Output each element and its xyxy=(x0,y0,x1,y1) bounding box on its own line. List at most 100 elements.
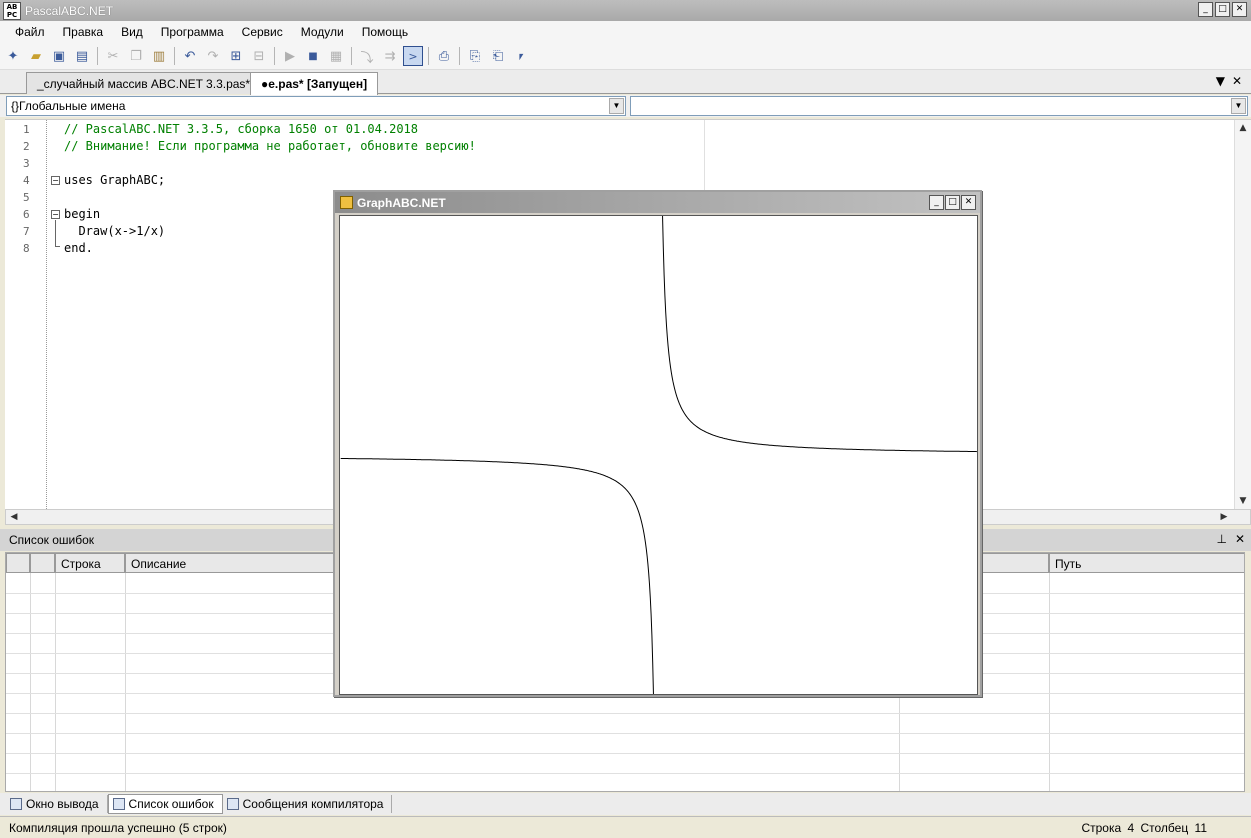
tab-compiler-messages[interactable]: Сообщения компилятора xyxy=(223,795,393,813)
menu-program[interactable]: Программа xyxy=(152,25,233,39)
app-icon: AB PC xyxy=(3,1,21,20)
error-list-icon xyxy=(112,798,125,810)
code-line: begin xyxy=(64,207,101,221)
graph-canvas xyxy=(339,213,978,697)
save-all-icon[interactable]: ▤ xyxy=(72,46,92,66)
step-into-icon[interactable]: ⎗ xyxy=(488,46,508,66)
scroll-up-icon[interactable]: ▲ xyxy=(1235,120,1251,136)
graph-maximize-button[interactable]: □ xyxy=(945,195,960,210)
column-header-path[interactable]: Путь xyxy=(1049,553,1244,573)
graph-window-title: GraphABC.NET xyxy=(357,195,446,210)
close-tab-icon[interactable]: ✕ xyxy=(1232,74,1242,88)
maximize-button[interactable]: □ xyxy=(1215,2,1230,17)
menu-bar: Файл Правка Вид Программа Сервис Модули … xyxy=(0,21,1251,43)
tab-e-pas[interactable]: ●e.pas* [Запущен] xyxy=(250,72,379,95)
status-message: Компиляция прошла успешно (5 строк) xyxy=(9,821,227,835)
fold-toggle-icon[interactable]: − xyxy=(51,210,60,219)
code-line: end. xyxy=(64,241,93,255)
new-file-icon[interactable]: ✦ xyxy=(3,46,23,66)
curve-negative-branch xyxy=(340,458,658,697)
status-bar: Компиляция прошла успешно (5 строк) Стро… xyxy=(0,816,1251,838)
open-folder-icon[interactable]: ▰ xyxy=(26,46,46,66)
step-over-icon[interactable]: ⇉ xyxy=(380,46,400,66)
undo-icon[interactable]: ↶ xyxy=(180,46,200,66)
menu-file[interactable]: Файл xyxy=(6,25,54,39)
tab-output-window[interactable]: Окно вывода xyxy=(6,795,108,813)
fold-line xyxy=(55,246,60,247)
code-line: // PascalABC.NET 3.3.5, сборка 1650 от 0… xyxy=(64,122,419,136)
tab-label: Окно вывода xyxy=(26,797,99,811)
window-title: PascalABC.NET xyxy=(25,3,114,18)
stop-icon[interactable]: ■ xyxy=(303,46,323,66)
grid-line xyxy=(55,573,56,791)
output-window-icon xyxy=(10,798,22,810)
graph-window-title-bar[interactable]: GraphABC.NET _ □ ✕ xyxy=(335,192,980,213)
toolbar-separator xyxy=(351,47,352,65)
graph-app-icon xyxy=(340,196,353,209)
code-line: Draw(x->1/x) xyxy=(64,224,166,238)
grid-line xyxy=(30,573,31,791)
line-number: 7 xyxy=(23,225,30,238)
cut-icon[interactable]: ✂ xyxy=(103,46,123,66)
members-combo[interactable]: ▼ xyxy=(630,96,1248,116)
pin-icon[interactable]: ⊥ xyxy=(1217,532,1227,546)
column-header[interactable] xyxy=(6,553,30,573)
grid-line xyxy=(6,753,1244,754)
compiler-messages-icon xyxy=(226,798,239,810)
format-code-icon[interactable]: ⎘ xyxy=(465,46,485,66)
tab-list-icon[interactable]: ▼ xyxy=(1216,74,1225,88)
close-button[interactable]: ✕ xyxy=(1232,2,1247,17)
toolbar-separator xyxy=(274,47,275,65)
minimize-button[interactable]: _ xyxy=(1198,2,1213,17)
scroll-right-icon[interactable]: ▶ xyxy=(1216,509,1232,525)
scroll-down-icon[interactable]: ▼ xyxy=(1235,493,1251,509)
error-list-title: Список ошибок xyxy=(9,533,95,547)
paste-icon[interactable]: ▥ xyxy=(149,46,169,66)
globals-combo-value: {}Глобальные имена xyxy=(11,99,126,113)
grid-line xyxy=(6,713,1244,714)
main-title-bar: AB PC PascalABC.NET _ □ ✕ xyxy=(0,0,1251,21)
console-window-icon[interactable]: > xyxy=(403,46,423,66)
tab-random-array[interactable]: _случайный массив ABC.NET 3.3.pas* xyxy=(26,72,262,94)
save-icon[interactable]: ▣ xyxy=(49,46,69,66)
menu-view[interactable]: Вид xyxy=(112,25,152,39)
globals-combo[interactable]: {}Глобальные имена ▼ xyxy=(6,96,626,116)
copy-icon[interactable]: ❐ xyxy=(126,46,146,66)
graph-window[interactable]: GraphABC.NET _ □ ✕ xyxy=(333,190,982,697)
fold-toggle-icon[interactable]: − xyxy=(51,176,60,185)
function-plot xyxy=(340,213,977,697)
cursor-position: Строка 4 Столбец 11 xyxy=(1081,821,1207,835)
find-icon[interactable]: ⊞ xyxy=(226,46,246,66)
line-number: 3 xyxy=(23,157,30,170)
tab-label: Список ошибок xyxy=(128,797,214,811)
code-line: uses GraphABC; xyxy=(64,173,166,187)
menu-service[interactable]: Сервис xyxy=(233,25,292,39)
graph-close-button[interactable]: ✕ xyxy=(961,195,976,210)
column-header[interactable] xyxy=(30,553,55,573)
line-number: 8 xyxy=(23,242,30,255)
tab-error-list[interactable]: Список ошибок xyxy=(107,794,223,814)
chevron-down-icon[interactable]: ▼ xyxy=(609,98,624,114)
grid-line xyxy=(6,733,1244,734)
menu-modules[interactable]: Модули xyxy=(292,25,353,39)
document-tabs: _случайный массив ABC.NET 3.3.pas* ●e.pa… xyxy=(0,70,1251,95)
tab-label: Сообщения компилятора xyxy=(242,797,384,811)
column-header-line[interactable]: Строка xyxy=(55,553,125,573)
menu-help[interactable]: Помощь xyxy=(353,25,417,39)
menu-edit[interactable]: Правка xyxy=(54,25,113,39)
debug-icon[interactable]: ⎙ xyxy=(434,46,454,66)
editor-vertical-scrollbar[interactable]: ▲ ▼ xyxy=(1234,120,1251,509)
toolbar-separator xyxy=(428,47,429,65)
graph-minimize-button[interactable]: _ xyxy=(929,195,944,210)
close-panel-icon[interactable]: ✕ xyxy=(1235,532,1245,546)
navigation-combos: {}Глобальные имена ▼ ▼ xyxy=(0,95,1251,117)
redo-icon[interactable]: ↷ xyxy=(203,46,223,66)
run-icon[interactable]: ▶ xyxy=(280,46,300,66)
step-icon[interactable]: ⤵ xyxy=(357,46,377,66)
compile-icon[interactable]: ▦ xyxy=(326,46,346,66)
scroll-left-icon[interactable]: ◀ xyxy=(6,509,22,525)
line-number: 4 xyxy=(23,174,30,187)
step-out-icon[interactable]: ⎖ xyxy=(511,46,531,66)
chevron-down-icon[interactable]: ▼ xyxy=(1231,98,1246,114)
replace-icon[interactable]: ⊟ xyxy=(249,46,269,66)
